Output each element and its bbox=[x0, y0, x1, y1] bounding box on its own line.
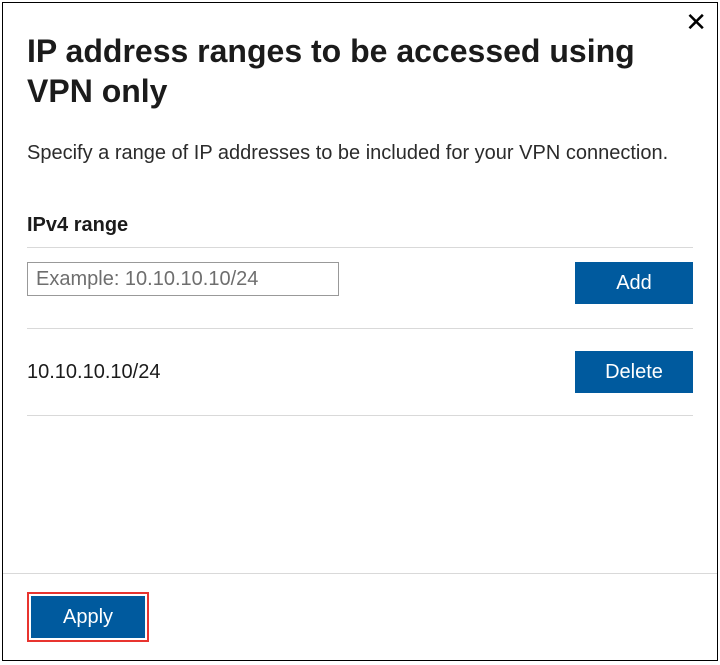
vpn-ip-ranges-dialog: ✕ IP address ranges to be accessed using… bbox=[2, 2, 718, 661]
add-button[interactable]: Add bbox=[575, 262, 693, 304]
apply-button[interactable]: Apply bbox=[31, 596, 145, 638]
dialog-title: IP address ranges to be accessed using V… bbox=[27, 31, 693, 111]
dialog-description: Specify a range of IP addresses to be in… bbox=[27, 139, 693, 168]
ipv4-range-label: IPv4 range bbox=[27, 214, 693, 237]
dialog-content: IP address ranges to be accessed using V… bbox=[3, 3, 717, 416]
delete-button[interactable]: Delete bbox=[575, 351, 693, 393]
apply-highlight: Apply bbox=[27, 592, 149, 642]
close-icon[interactable]: ✕ bbox=[685, 9, 707, 35]
ip-range-entry-row: 10.10.10.10/24 Delete bbox=[27, 329, 693, 416]
ip-range-input[interactable] bbox=[27, 262, 339, 296]
add-range-row: Add bbox=[27, 248, 693, 329]
dialog-footer: Apply bbox=[3, 573, 717, 660]
ip-range-entry-value: 10.10.10.10/24 bbox=[27, 361, 160, 384]
